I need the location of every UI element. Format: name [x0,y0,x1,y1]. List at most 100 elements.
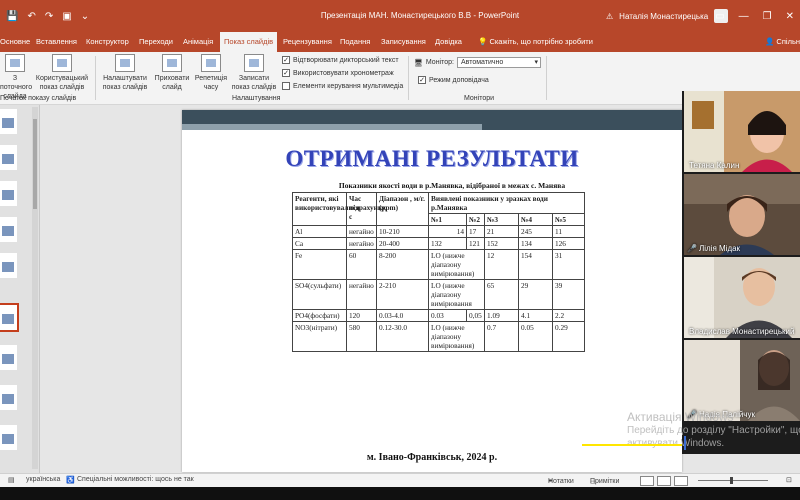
ribbon: З поточного слайда Користувацький показ … [0,52,800,105]
custom-show-button[interactable]: Користувацький показ слайдів [32,54,92,92]
ribbon-options-icon[interactable]: ▭ [715,11,724,22]
slide-thumbnail[interactable] [0,425,17,450]
slide-footer[interactable]: м. Івано-Франківськ, 2024 р. [182,452,682,463]
header-reagent: Реагенти, які використовувалися [292,192,360,226]
participant-tile[interactable]: Владислав Монастирецький [684,257,800,338]
share-button[interactable]: 👤 Спільн [765,32,800,52]
use-timings-checkbox[interactable]: ✓ Використовувати хронометраж [282,69,394,77]
zoom-slider-handle[interactable] [730,477,733,484]
monitor-selector[interactable]: 🖥 Монітор: Автоматично ▾ [414,57,541,68]
cell-time: 60 [346,249,377,280]
header-sample-2: №2 [466,213,485,226]
ribbon-separator [95,56,96,100]
language-indicator[interactable]: українська [26,476,60,483]
checkbox-checked-icon: ✓ [282,69,290,77]
from-current-slide-button[interactable]: З поточного слайда [0,54,32,101]
slide-title[interactable]: ОТРИМАНІ РЕЗУЛЬТАТИ [182,146,682,172]
checkbox-unchecked-icon [282,82,290,90]
slide-thumbnail[interactable] [0,217,17,242]
cell-range: 10-210 [376,225,429,238]
participant-name-tag: Тетяна Калин [689,161,740,170]
table-caption[interactable]: Показники якості води в р.Манявка, відіб… [222,181,682,190]
save-icon[interactable]: 💾 [6,11,18,22]
cell-sample-4: 154 [518,249,553,280]
group-label-setup: Налаштування [232,95,281,102]
cell-sample-3: 12 [484,249,519,280]
presenter-view-checkbox[interactable]: ✓ Режим доповідача [418,76,489,84]
close-button[interactable]: ✕ [786,11,794,22]
header-time: Час підрахунку, с [346,192,387,226]
cell-sample-4: 0.05 [518,321,553,352]
title-bar: 💾 ↶ ↷ ▣ ⌄ Презентація МАН. Монастирецько… [0,0,800,32]
tab-recording[interactable]: Записування [381,32,426,52]
group-label-start: Початок показу слайдів [0,95,77,102]
cell-sample-3: 1.09 [484,309,519,322]
slide-thumbnail[interactable] [0,109,17,134]
participant-tile[interactable]: Тетяна Калин [684,91,800,172]
checkbox-checked-icon: ✓ [418,76,426,84]
fit-slide-icon[interactable]: ⊡ [786,476,792,484]
slide-thumbnail-selected[interactable] [0,303,19,332]
tell-me-search[interactable]: 💡 Скажіть, що потрібно зробити [478,32,593,52]
accessibility-status[interactable]: Спеціальні можливості: щось не так [77,476,194,483]
cell-range: 2-210 [376,279,429,310]
cell-reagent: Fe [292,249,347,280]
user-account[interactable]: ⚠ Наталія Монастирецька [606,0,729,32]
tab-home[interactable]: Основне [0,32,30,52]
cell-time: негайно [346,237,377,250]
maximize-button[interactable]: ❐ [763,11,772,22]
play-narrations-checkbox[interactable]: ✓ Відтворювати дикторський текст [282,56,399,64]
tab-view[interactable]: Подання [340,32,370,52]
hide-slide-icon [162,54,182,72]
participant-tile[interactable]: 🎤 Надія Палійчук [684,340,800,421]
participant-video [684,340,800,421]
text-cursor-marker [684,436,686,450]
results-table[interactable]: Реагенти, які використовувалися Час підр… [292,192,586,352]
tab-insert[interactable]: Вставлення [36,32,77,52]
normal-view-button[interactable] [640,476,654,486]
header-sample-5: №5 [551,213,586,226]
record-show-button[interactable]: Записати показ слайдів [229,54,279,92]
slide-thumbnail[interactable] [0,385,17,410]
cell-reagent: Ca [292,237,347,250]
cell-sample-5: 2.2 [551,309,586,322]
tab-review[interactable]: Рецензування [283,32,332,52]
thumbnail-scrollbar-thumb[interactable] [33,119,37,209]
cell-time: негайно [346,279,377,310]
reading-view-button[interactable] [674,476,688,486]
cell-reagent: SO4(сульфати) [292,279,347,310]
slideshow-icon [5,54,25,72]
slide[interactable]: ОТРИМАНІ РЕЗУЛЬТАТИ Показники якості вод… [182,110,682,472]
zoom-slider[interactable] [698,480,768,481]
tab-transitions[interactable]: Переходи [139,32,173,52]
window-controls: ▭ — ❐ ✕ [715,0,794,32]
header-sample-3: №3 [484,213,519,226]
spellcheck-icon[interactable]: ▤ [8,476,15,484]
participant-name-tag: 🎤 Лілія Мідак [687,244,741,253]
tab-animations[interactable]: Анімація [183,32,213,52]
slide-thumbnail[interactable] [0,345,17,370]
header-detected: Виявлені показники у зразках води р.Маня… [427,192,586,214]
minimize-button[interactable]: — [739,11,749,22]
slide-thumbnail[interactable] [0,253,17,278]
tab-design[interactable]: Конструктор [86,32,129,52]
redo-icon[interactable]: ↷ [45,11,53,22]
start-show-icon[interactable]: ▣ [62,11,71,22]
slide-thumbnail[interactable] [0,181,17,206]
cell-sample-2: 121 [466,237,485,250]
media-controls-checkbox[interactable]: Елементи керування мультимедіа [282,82,403,90]
cell-sample-5: 39 [551,279,586,310]
undo-icon[interactable]: ↶ [27,11,35,22]
accessibility-icon[interactable]: ♿ [66,476,75,484]
rehearse-timings-button[interactable]: Репетиція часу [193,54,229,92]
participant-tile[interactable]: 🎤 Лілія Мідак [684,174,800,255]
hide-slide-button[interactable]: Приховати слайд [152,54,192,92]
tab-slide-show[interactable]: Показ слайдів [220,32,278,52]
slide-thumbnail[interactable] [0,145,17,170]
cell-sample-4: 4.1 [518,309,553,322]
setup-show-button[interactable]: Налаштувати показ слайдів [98,54,152,92]
tab-help[interactable]: Довідка [435,32,462,52]
slide-sorter-button[interactable] [657,476,671,486]
monitor-dropdown[interactable]: Автоматично ▾ [456,57,541,68]
customize-qat-icon[interactable]: ⌄ [81,11,89,22]
